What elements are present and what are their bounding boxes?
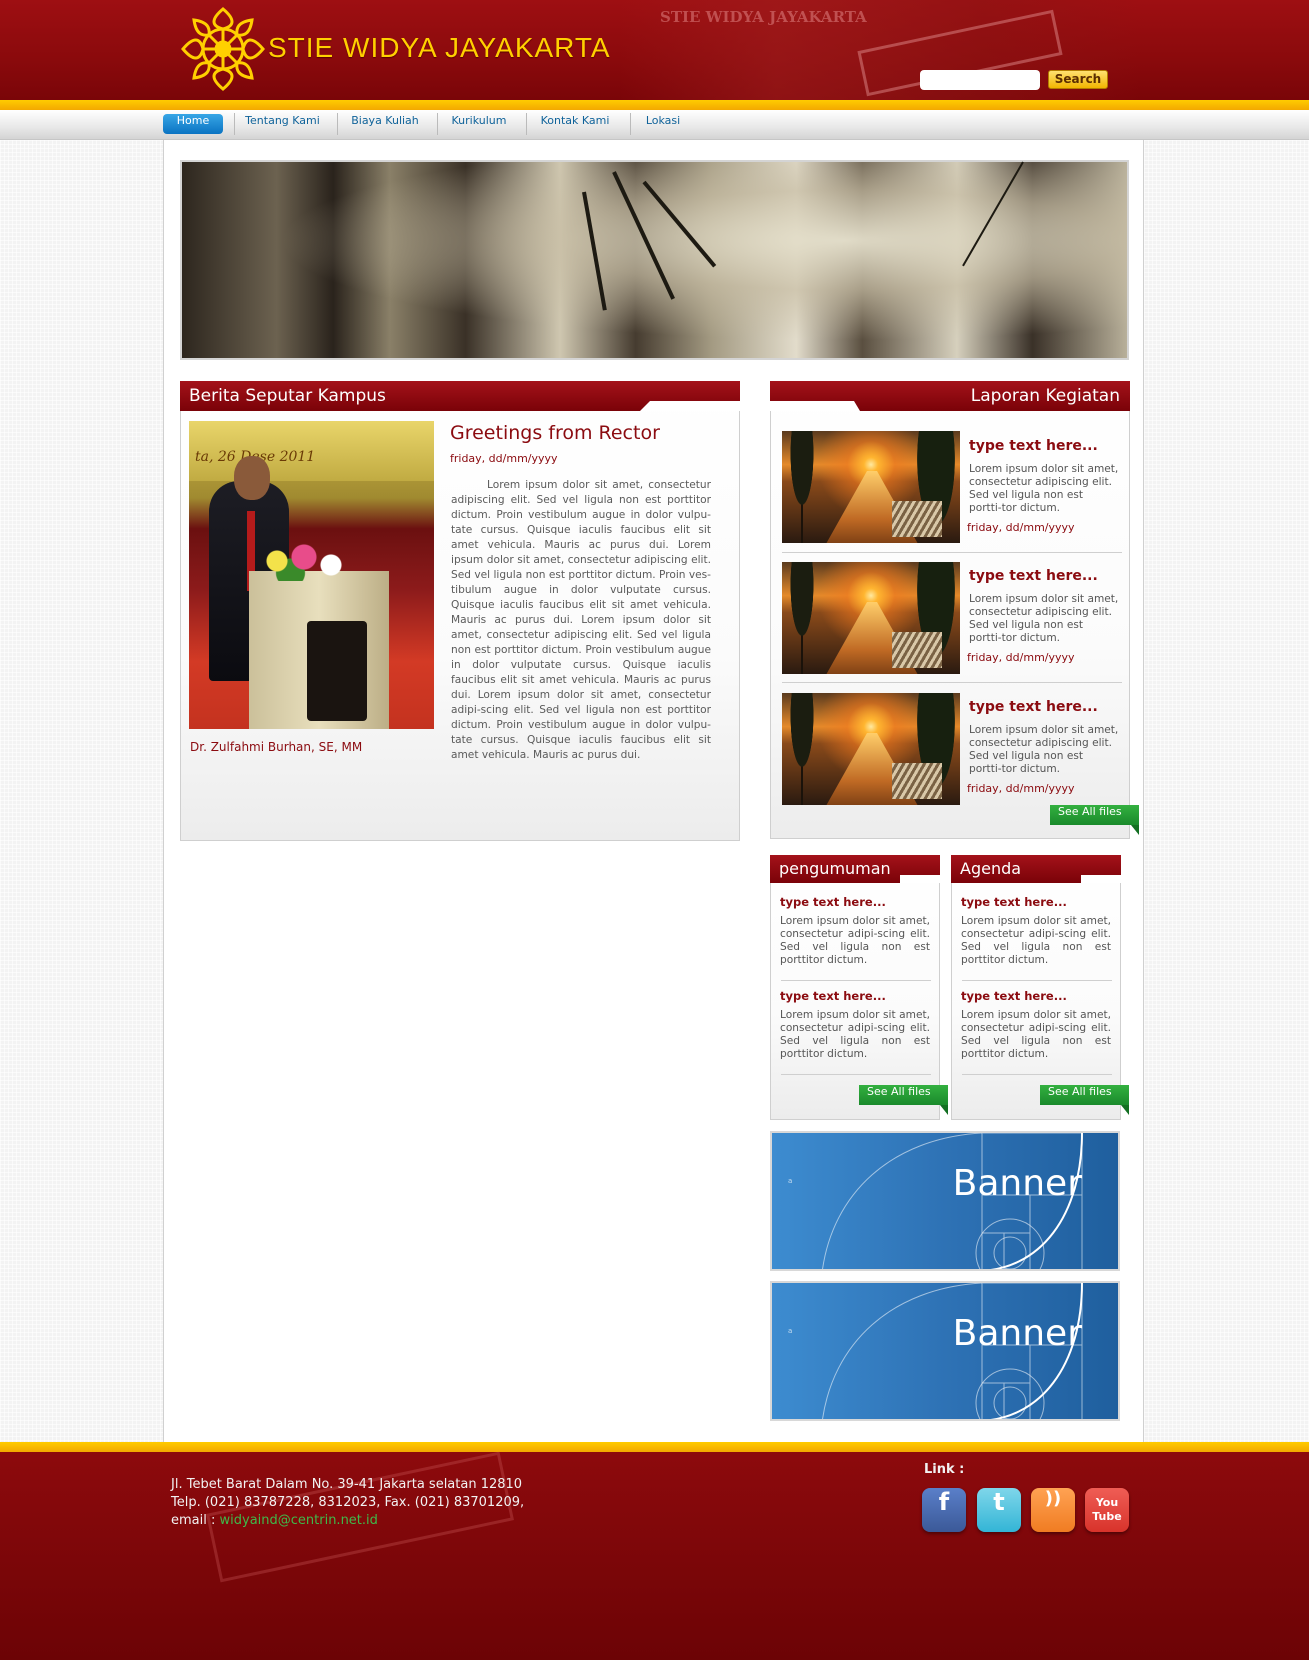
logo-emblem-icon[interactable] xyxy=(180,6,266,92)
news-headline[interactable]: Greetings from Rector xyxy=(450,422,660,444)
bamboo-leaf xyxy=(962,161,1024,267)
divider xyxy=(781,1074,931,1075)
divider xyxy=(782,552,1122,553)
footer-address: Jl. Tebet Barat Dalam No. 39-41 Jakarta … xyxy=(171,1477,523,1492)
agenda-see-all-button[interactable]: See All files xyxy=(1040,1085,1129,1105)
photo-backdrop-banner: ta, 26 Dese 2011 xyxy=(189,421,434,481)
nav-separator xyxy=(437,113,438,135)
news-date: friday, dd/mm/yyyy xyxy=(450,452,558,465)
search-input[interactable] xyxy=(920,70,1040,90)
divider xyxy=(962,1074,1112,1075)
image-tree xyxy=(782,431,822,543)
rector-head xyxy=(234,456,270,500)
facebook-icon[interactable]: f xyxy=(922,1488,966,1532)
activity-heading[interactable]: type text here... xyxy=(969,699,1098,715)
image-bench xyxy=(892,501,942,537)
image-tree xyxy=(782,562,822,674)
twitter-icon[interactable]: t xyxy=(977,1488,1021,1532)
activity-thumbnail[interactable] xyxy=(782,562,960,674)
footer-links-label: Link : xyxy=(924,1462,965,1477)
agenda-text: Lorem ipsum dolor sit amet, consectetur … xyxy=(961,915,1111,966)
banner-ad[interactable]: a Banner xyxy=(770,1281,1120,1421)
image-tree xyxy=(782,693,822,805)
activity-heading[interactable]: type text here... xyxy=(969,568,1098,584)
activity-thumbnail[interactable] xyxy=(782,431,960,543)
youtube-icon[interactable]: You Tube xyxy=(1085,1488,1129,1532)
announcement-text: Lorem ipsum dolor sit amet, consectetur … xyxy=(780,915,930,966)
banner-ad[interactable]: a Banner xyxy=(770,1131,1120,1271)
news-panel-title-notch xyxy=(640,401,740,411)
announcement-heading[interactable]: type text here... xyxy=(780,989,886,1003)
nav-item-kontak-kami[interactable]: Kontak Kami xyxy=(533,114,617,134)
announcement-heading[interactable]: type text here... xyxy=(780,895,886,909)
flower-arrangement xyxy=(259,541,349,581)
activity-date: friday, dd/mm/yyyy xyxy=(967,651,1075,664)
image-bench xyxy=(892,763,942,799)
nav-item-lokasi[interactable]: Lokasi xyxy=(637,114,689,134)
activity-text: Lorem ipsum dolor sit amet, consectetur … xyxy=(969,724,1119,775)
agenda-heading[interactable]: type text here... xyxy=(961,989,1067,1003)
news-body-text: Lorem ipsum dolor sit amet, consectetur … xyxy=(451,479,711,761)
activity-date: friday, dd/mm/yyyy xyxy=(967,521,1075,534)
nav-item-kurikulum[interactable]: Kurikulum xyxy=(444,114,514,134)
nav-separator xyxy=(630,113,631,135)
footer-phone: Telp. (021) 83787228, 8312023, Fax. (021… xyxy=(171,1495,525,1510)
nav-item-home[interactable]: Home xyxy=(163,114,223,134)
activity-text: Lorem ipsum dolor sit amet, consectetur … xyxy=(969,463,1119,514)
announcement-text: Lorem ipsum dolor sit amet, consectetur … xyxy=(780,1009,930,1060)
banner-label: Banner xyxy=(952,1163,1082,1204)
nav-item-biaya-kuliah[interactable]: Biaya Kuliah xyxy=(344,114,426,134)
footer-gold-strip xyxy=(0,1442,1309,1452)
rector-photo[interactable]: ta, 26 Dese 2011 xyxy=(189,421,434,729)
nav-item-tentang-kami[interactable]: Tentang Kami xyxy=(240,114,325,134)
main-navigation: Home Tentang Kami Biaya Kuliah Kurikulum… xyxy=(0,110,1309,140)
announcements-see-all-button[interactable]: See All files xyxy=(859,1085,948,1105)
footer-email-link[interactable]: widyaind@centrin.net.id xyxy=(220,1513,378,1528)
agenda-text: Lorem ipsum dolor sit amet, consectetur … xyxy=(961,1009,1111,1060)
divider xyxy=(781,980,931,981)
divider xyxy=(962,980,1112,981)
lectern-emblem xyxy=(307,621,367,721)
agenda-heading[interactable]: type text here... xyxy=(961,895,1067,909)
footer-email-line: email : widyaind@centrin.net.id xyxy=(171,1513,378,1528)
nav-separator xyxy=(337,113,338,135)
banner-spiral-mark: a xyxy=(788,1327,792,1335)
site-title[interactable]: STIE WIDYA JAYAKARTA xyxy=(268,32,611,64)
activity-thumbnail[interactable] xyxy=(782,693,960,805)
activities-see-all-button[interactable]: See All files xyxy=(1050,805,1139,825)
header-photo-sign-text: STIE WIDYA JAYAKARTA xyxy=(660,8,867,26)
activity-text: Lorem ipsum dolor sit amet, consectetur … xyxy=(969,593,1119,644)
search-button[interactable]: Search xyxy=(1048,70,1108,89)
rss-icon[interactable]: )) xyxy=(1031,1488,1075,1532)
footer-email-label: email : xyxy=(171,1513,220,1528)
hero-bamboo-image xyxy=(180,160,1129,360)
banner-spiral-mark: a xyxy=(788,1177,792,1185)
divider xyxy=(782,682,1122,683)
activity-date: friday, dd/mm/yyyy xyxy=(967,782,1075,795)
bamboo-leaf xyxy=(582,191,607,311)
nav-separator xyxy=(234,113,235,135)
header-gold-strip xyxy=(0,100,1309,110)
nav-separator xyxy=(526,113,527,135)
agenda-title-notch xyxy=(1081,875,1121,883)
activity-report-title-notch xyxy=(770,401,860,411)
banner-label: Banner xyxy=(952,1313,1082,1354)
bamboo-leaf xyxy=(612,171,675,300)
rector-photo-caption: Dr. Zulfahmi Burhan, SE, MM xyxy=(190,740,363,754)
image-bench xyxy=(892,632,942,668)
announcement-title-notch xyxy=(900,875,940,883)
activity-heading[interactable]: type text here... xyxy=(969,438,1098,454)
